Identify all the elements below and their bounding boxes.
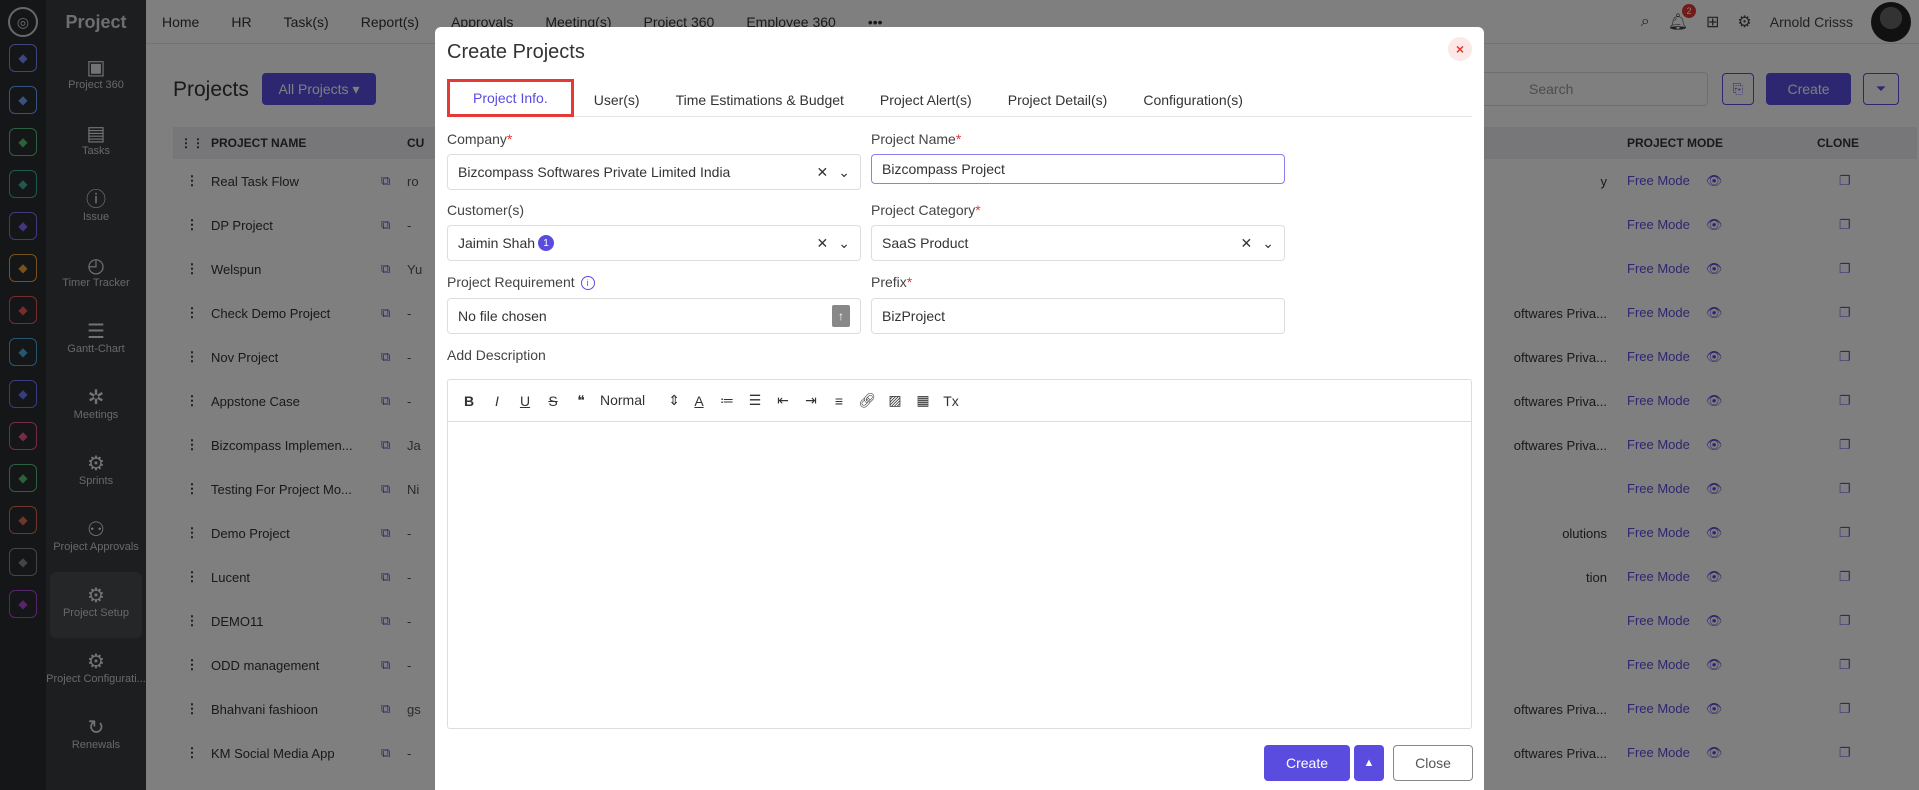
company-label: Company* xyxy=(447,131,513,147)
customers-select[interactable]: Jaimin Shah 1 ✕ ⌄ xyxy=(447,225,861,261)
description-label: Add Description xyxy=(447,347,546,363)
customers-label: Customer(s) xyxy=(447,202,525,218)
chevron-down-icon[interactable]: ⌄ xyxy=(838,235,850,252)
editor-toolbar: B I U S ❝ Normal ⇕ A ≔ ☰ ⇤ ⇥ ≡ 🔗︎ ▨ ▦ Tx xyxy=(448,380,1471,422)
tab-user-s[interactable]: User(s) xyxy=(578,83,656,117)
info-icon[interactable]: i xyxy=(580,276,595,291)
link-icon[interactable]: 🔗︎ xyxy=(858,392,876,409)
project-name-label: Project Name* xyxy=(871,131,962,147)
create-project-modal: Create Projects × Project Info. User(s) Ti… xyxy=(435,27,1484,790)
clear-icon[interactable]: ✕ xyxy=(817,164,829,181)
prefix-label: Prefix* xyxy=(871,274,913,290)
company-select[interactable]: Bizcompass Softwares Private Limited Ind… xyxy=(447,154,861,190)
close-icon[interactable]: × xyxy=(1448,37,1472,61)
project-name-input[interactable]: Bizcompass Project xyxy=(871,154,1285,184)
tab-project-info[interactable]: Project Info. xyxy=(447,78,574,117)
clear-icon[interactable]: ✕ xyxy=(817,235,829,252)
image-icon[interactable]: ▨ xyxy=(886,392,904,409)
format-select[interactable]: Normal ⇕ xyxy=(600,392,680,409)
bullet-list-icon[interactable]: ☰ xyxy=(746,392,764,409)
clear-icon[interactable]: ✕ xyxy=(1241,235,1253,252)
updown-icon: ⇕ xyxy=(668,392,680,408)
create-button[interactable]: Create xyxy=(1264,745,1350,781)
tab-time-estimations-budget[interactable]: Time Estimations & Budget xyxy=(660,83,860,117)
project-requirement-label: Project Requirement i xyxy=(447,274,595,291)
project-category-label: Project Category* xyxy=(871,202,981,218)
upload-icon[interactable]: ↑ xyxy=(832,305,850,327)
project-category-select[interactable]: SaaS Product ✕ ⌄ xyxy=(871,225,1285,261)
ordered-list-icon[interactable]: ≔ xyxy=(718,392,736,409)
text-color-icon[interactable]: A xyxy=(690,393,708,409)
bold-icon[interactable]: B xyxy=(460,393,478,409)
tab-configuration-s[interactable]: Configuration(s) xyxy=(1127,83,1259,117)
customer-count-badge: 1 xyxy=(538,235,555,251)
tab-project-detail-s[interactable]: Project Detail(s) xyxy=(992,83,1124,117)
indent-icon[interactable]: ⇥ xyxy=(802,392,820,409)
caret-up-icon[interactable]: ▲ xyxy=(1354,745,1384,781)
description-editor[interactable]: B I U S ❝ Normal ⇕ A ≔ ☰ ⇤ ⇥ ≡ 🔗︎ ▨ ▦ Tx xyxy=(447,379,1472,729)
italic-icon[interactable]: I xyxy=(488,393,506,409)
align-icon[interactable]: ≡ xyxy=(830,393,848,409)
tab-project-alert-s[interactable]: Project Alert(s) xyxy=(864,83,988,117)
chevron-down-icon[interactable]: ⌄ xyxy=(1262,235,1274,252)
clear-format-icon[interactable]: Tx xyxy=(942,393,960,409)
close-button[interactable]: Close xyxy=(1393,745,1473,781)
underline-icon[interactable]: U xyxy=(516,393,534,409)
quote-icon[interactable]: ❝ xyxy=(572,392,590,409)
prefix-input[interactable]: BizProject xyxy=(871,298,1285,334)
modal-tabs: Project Info. User(s) Time Estimations & B… xyxy=(447,78,1472,117)
project-requirement-file[interactable]: No file chosen ↑ xyxy=(447,298,861,334)
outdent-icon[interactable]: ⇤ xyxy=(774,392,792,409)
strikethrough-icon[interactable]: S xyxy=(544,393,562,409)
chevron-down-icon[interactable]: ⌄ xyxy=(838,164,850,181)
modal-title: Create Projects xyxy=(447,41,585,63)
video-icon[interactable]: ▦ xyxy=(914,392,932,409)
